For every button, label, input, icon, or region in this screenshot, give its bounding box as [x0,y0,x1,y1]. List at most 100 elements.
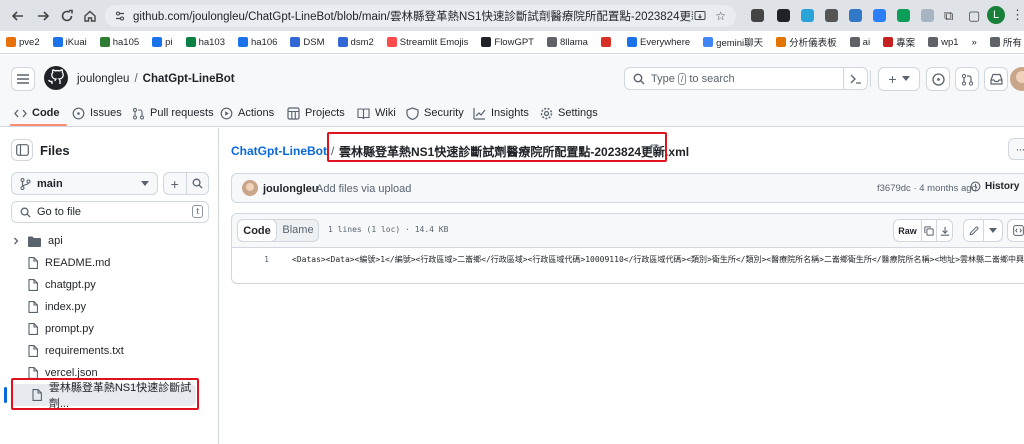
bookmark-item[interactable]: ha103 [185,37,225,48]
tree-file-item[interactable]: requirements.txt [0,340,219,362]
tree-file-item[interactable]: chatgpt.py [0,274,219,296]
bookmark-item[interactable]: FlowGPT [481,37,534,48]
home-button[interactable] [80,6,100,26]
bookmark-item[interactable]: iKuai [52,37,87,48]
bookmark-item[interactable] [600,37,614,47]
back-button[interactable] [8,6,28,26]
line-number[interactable]: 1 [232,255,274,264]
bookmark-label: pi [165,36,173,48]
profile-avatar[interactable]: L [987,6,1005,24]
url-text: github.com/joulongleu/ChatGpt-LineBot/bl… [133,11,693,23]
bookmark-item[interactable]: gemini聊天 [703,35,763,49]
code-tab-button[interactable]: Code [237,219,277,242]
breadcrumb-repo-link[interactable]: ChatGpt-LineBot [231,144,327,158]
puzzle-icon[interactable]: ⧉ [944,8,953,24]
github-logo-icon[interactable] [44,66,68,90]
extension-icon[interactable] [849,9,862,22]
forward-button[interactable] [33,6,53,26]
tree-file-item[interactable]: index.py [0,296,219,318]
extension-icon[interactable] [897,9,910,22]
divider [870,71,871,87]
extension-icon[interactable] [825,9,838,22]
tab-label: Security [424,107,464,119]
chevron-right-icon[interactable] [12,237,20,245]
collapse-sidebar-button[interactable] [11,139,33,161]
edit-pencil-icon[interactable] [964,220,984,241]
bookmark-item[interactable]: » [972,37,977,48]
extension-icon[interactable] [921,9,934,22]
sidebar-actions: + [163,172,209,195]
reload-button[interactable] [57,6,77,26]
chevron-down-icon [141,181,149,186]
tab-pull-requests[interactable]: Pull requests [132,105,214,121]
install-app-icon[interactable] [694,10,706,22]
commit-author-link[interactable]: joulongleu [263,183,319,195]
sidepanel-icon[interactable]: ▢ [968,8,980,24]
pull-requests-button[interactable] [955,67,979,91]
tab-wiki[interactable]: Wiki [357,105,396,121]
symbols-panel-icon[interactable] [1007,219,1024,242]
bookmark-item[interactable]: 分析儀表板 [776,35,837,49]
bookmark-item[interactable]: ha106 [237,37,277,48]
address-bar[interactable]: github.com/joulongleu/ChatGpt-LineBot/bl… [105,5,736,27]
notion-icon[interactable] [777,9,790,22]
branch-selector[interactable]: main [11,172,158,195]
commit-hash-time[interactable]: f3679dc · 4 months ago [877,183,977,194]
avatar[interactable] [1010,67,1024,91]
bookmark-item[interactable]: Streamlit Emojis [386,37,468,48]
command-palette-icon[interactable] [843,67,867,90]
copy-raw-icon[interactable] [922,220,937,241]
bookmark-item[interactable]: wp1 [928,37,959,48]
file-icon [28,257,38,269]
bookmark-item[interactable]: DSM [290,37,325,48]
issues-button[interactable] [926,67,950,91]
extension-icon[interactable] [873,9,886,22]
blame-tab-button[interactable]: Blame [278,224,318,236]
tab-actions[interactable]: Actions [220,105,274,121]
go-to-file-input[interactable]: Go to file t [11,201,209,223]
bookmark-item[interactable]: dsm2 [337,37,374,48]
tree-file-item[interactable]: prompt.py [0,318,219,340]
tab-security[interactable]: Security [406,105,464,121]
tab-insights[interactable]: Insights [473,105,529,121]
breadcrumb-separator: / [134,73,138,85]
bookmark-label: ha105 [112,36,140,48]
commit-message-link[interactable]: Add files via upload [316,183,411,195]
telegram-icon[interactable] [801,9,814,22]
tree-folder-item[interactable]: api [0,230,219,252]
download-icon[interactable] [937,220,952,241]
search-input[interactable]: Type / to search [624,67,868,90]
bookmark-item[interactable]: pi [152,36,173,48]
menu-kebab-icon[interactable]: ⋮ [1011,7,1024,23]
search-files-icon[interactable] [187,173,209,194]
tab-code[interactable]: Code [14,105,60,121]
site-info-icon[interactable] [114,10,126,22]
bookmark-favicon-icon [152,37,163,47]
bookmark-item[interactable]: 8llama [546,37,588,48]
bookmark-item[interactable]: pve2 [6,37,40,48]
bookmark-star-icon[interactable]: ☆ [715,9,726,23]
more-options-button[interactable]: ··· [1008,138,1024,160]
tree-file-item[interactable]: README.md [0,252,219,274]
bookmark-item[interactable]: 所有 [989,35,1022,49]
bookmark-item[interactable]: Everywhere [626,37,690,48]
history-button[interactable]: History [970,181,1019,192]
bookmark-item[interactable]: ai [849,37,870,48]
add-file-plus-icon[interactable]: + [164,173,187,194]
commit-author-avatar[interactable] [242,180,258,196]
create-new-button[interactable]: + [878,67,920,91]
bookmark-item[interactable]: 專案 [883,35,915,49]
bookmark-label: pve2 [19,36,40,48]
bookmark-favicon-icon [6,37,16,47]
owner-link[interactable]: joulongleu [77,73,129,85]
extension-icon[interactable] [751,9,764,22]
repo-link[interactable]: ChatGpt-LineBot [143,73,235,85]
chevron-down-icon[interactable] [984,220,1002,241]
hamburger-menu-button[interactable] [11,67,35,91]
tab-projects[interactable]: Projects [287,105,345,121]
bookmark-item[interactable]: ha105 [99,36,140,48]
tab-issues[interactable]: Issues [72,105,122,121]
tab-settings[interactable]: Settings [540,105,598,121]
inbox-button[interactable] [984,67,1008,91]
raw-button[interactable]: Raw [894,220,922,241]
